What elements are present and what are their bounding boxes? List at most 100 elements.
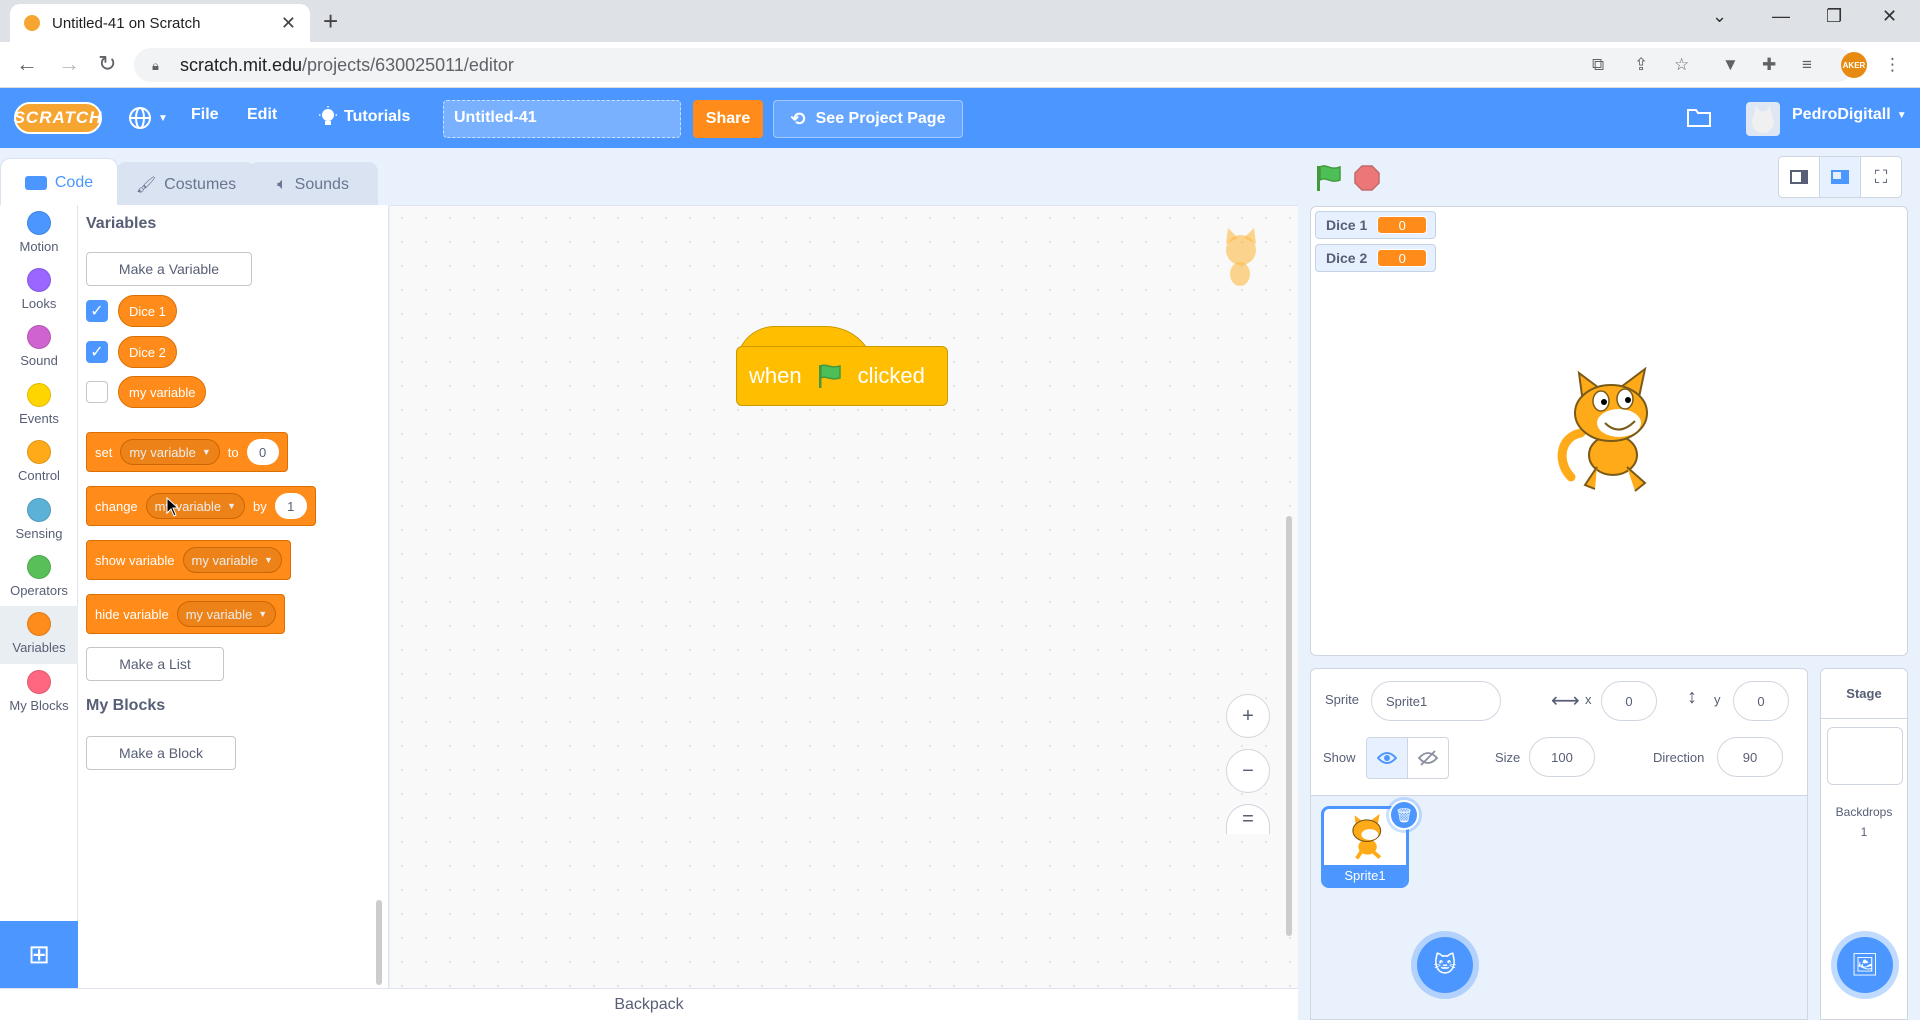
- y-position-input[interactable]: 0: [1733, 681, 1789, 721]
- media-control-icon[interactable]: ≡: [1802, 55, 1812, 75]
- make-variable-button[interactable]: Make a Variable: [86, 252, 252, 286]
- add-backdrop-icon: 🖼︎: [1851, 952, 1879, 977]
- stop-button[interactable]: [1354, 165, 1380, 191]
- variable-dropdown[interactable]: my variable ▼: [145, 493, 246, 519]
- workspace-scrollbar[interactable]: [1286, 516, 1292, 936]
- stage-thumbnail[interactable]: [1827, 727, 1903, 785]
- tutorials-button[interactable]: Tutorials: [318, 106, 410, 128]
- variable-reporter-my-variable[interactable]: my variable: [118, 376, 207, 408]
- show-variable-block[interactable]: show variable my variable ▼: [86, 540, 291, 580]
- profile-avatar[interactable]: AKER: [1841, 52, 1867, 78]
- normal-stage-button[interactable]: [1819, 156, 1861, 198]
- set-variable-block[interactable]: set my variable ▼ to 0: [86, 432, 288, 472]
- minimize-icon[interactable]: —: [1772, 6, 1790, 27]
- green-flag-button[interactable]: [1312, 163, 1342, 193]
- variable-reporter-dice2[interactable]: Dice 2: [118, 336, 177, 368]
- see-project-page-button[interactable]: ⟲ See Project Page: [773, 100, 963, 138]
- variable-monitor-dice2[interactable]: Dice 2 0: [1315, 244, 1437, 272]
- tab-costumes[interactable]: 🖌︎ Costumes: [116, 162, 256, 206]
- category-motion[interactable]: Motion: [0, 205, 78, 263]
- x-position-input[interactable]: 0: [1601, 681, 1657, 721]
- choose-backdrop-button[interactable]: 🖼︎: [1837, 937, 1893, 993]
- show-label: Show: [1323, 750, 1356, 765]
- account-menu[interactable]: PedroDigitall ▼: [1792, 106, 1907, 124]
- edit-menu[interactable]: Edit: [247, 106, 277, 124]
- category-sensing[interactable]: Sensing: [0, 492, 78, 550]
- category-events[interactable]: Events: [0, 377, 78, 435]
- value-input[interactable]: 0: [246, 439, 279, 465]
- file-menu[interactable]: File: [191, 106, 219, 124]
- tab-search-icon[interactable]: ⌄: [1712, 6, 1727, 27]
- my-stuff-folder-icon[interactable]: [1686, 106, 1712, 128]
- variable-dropdown[interactable]: my variable ▼: [182, 547, 282, 573]
- zoom-out-button[interactable]: −: [1226, 749, 1270, 793]
- share-page-icon[interactable]: ⇪: [1634, 55, 1648, 75]
- bookmark-star-icon[interactable]: ☆: [1674, 55, 1689, 75]
- choose-sprite-button[interactable]: 🐱︎: [1417, 937, 1473, 993]
- make-list-button[interactable]: Make a List: [86, 647, 224, 681]
- language-menu[interactable]: ▼: [128, 106, 168, 130]
- zoom-out-icon: −: [1242, 759, 1254, 782]
- forward-icon[interactable]: →: [58, 51, 80, 77]
- variable-reporter-dice1[interactable]: Dice 1: [118, 295, 177, 327]
- size-input[interactable]: 100: [1529, 737, 1595, 777]
- stage-target-pane[interactable]: Stage Backdrops 1 🖼︎: [1820, 668, 1908, 1020]
- fullscreen-button[interactable]: ⛶: [1860, 156, 1902, 198]
- user-avatar[interactable]: [1746, 102, 1780, 136]
- extension-icon[interactable]: ▼: [1722, 55, 1739, 75]
- project-title-input[interactable]: Untitled-41: [443, 100, 681, 138]
- variable-dropdown[interactable]: my variable ▼: [120, 439, 220, 465]
- backpack-bar[interactable]: Backpack: [0, 988, 1298, 1020]
- category-sound[interactable]: Sound: [0, 319, 78, 377]
- add-extension-button[interactable]: ⊞: [0, 921, 78, 988]
- chrome-menu-icon[interactable]: ⋮: [1884, 55, 1901, 75]
- scratch-logo[interactable]: SCRATCH: [14, 102, 102, 134]
- close-window-icon[interactable]: ✕: [1882, 6, 1897, 27]
- browser-tab[interactable]: Untitled-41 on Scratch ✕: [10, 4, 310, 42]
- restore-icon[interactable]: ❐: [1826, 6, 1842, 27]
- add-sprite-cat-icon: 🐱︎: [1433, 952, 1457, 977]
- direction-input[interactable]: 90: [1717, 737, 1783, 777]
- when-flag-clicked-block[interactable]: when clicked: [736, 326, 948, 406]
- stage-canvas[interactable]: Dice 1 0 Dice 2 0: [1310, 206, 1908, 656]
- variable-monitor-dice1[interactable]: Dice 1 0: [1315, 211, 1437, 239]
- zoom-reset-button[interactable]: =: [1226, 804, 1270, 834]
- scratch-cat-sprite-icon[interactable]: [1549, 367, 1669, 497]
- change-variable-block[interactable]: change my variable ▼ by 1: [86, 486, 316, 526]
- zoom-in-button[interactable]: +: [1226, 694, 1270, 738]
- variable-dropdown[interactable]: my variable ▼: [176, 601, 277, 627]
- back-icon[interactable]: ←: [16, 51, 38, 77]
- category-variables[interactable]: Variables: [0, 606, 78, 664]
- script-workspace[interactable]: when clicked + − =: [390, 205, 1298, 988]
- puzzle-extensions-icon[interactable]: ✚: [1762, 55, 1776, 75]
- new-tab-icon[interactable]: +: [323, 6, 338, 37]
- my-variable-monitor-checkbox[interactable]: [86, 381, 108, 403]
- category-dot-icon: [27, 555, 51, 579]
- sprite-label: Sprite: [1325, 692, 1359, 707]
- palette-scrollbar[interactable]: [376, 900, 382, 985]
- share-button[interactable]: Share: [693, 100, 763, 138]
- category-operators[interactable]: Operators: [0, 549, 78, 607]
- dice2-monitor-checkbox[interactable]: ✓: [86, 341, 108, 363]
- reload-icon[interactable]: ↻: [98, 51, 116, 77]
- hide-variable-block[interactable]: hide variable my variable ▼: [86, 594, 286, 634]
- delete-sprite-button[interactable]: 🗑︎: [1389, 800, 1419, 830]
- category-looks[interactable]: Looks: [0, 262, 78, 320]
- sprite-name-input[interactable]: Sprite1: [1371, 681, 1501, 721]
- hide-sprite-button[interactable]: [1407, 737, 1449, 779]
- tab-code[interactable]: Code: [0, 158, 118, 206]
- value-input[interactable]: 1: [274, 493, 307, 519]
- speaker-icon: 🔈︎: [277, 175, 287, 193]
- show-sprite-button[interactable]: [1366, 737, 1408, 779]
- tab-sounds[interactable]: 🔈︎ Sounds: [248, 162, 378, 206]
- small-stage-button[interactable]: [1778, 156, 1820, 198]
- category-control[interactable]: Control: [0, 434, 78, 492]
- category-my-blocks[interactable]: My Blocks: [0, 664, 78, 722]
- dice1-monitor-checkbox[interactable]: ✓: [86, 300, 108, 322]
- close-tab-icon[interactable]: ✕: [281, 13, 296, 34]
- make-block-button[interactable]: Make a Block: [86, 736, 236, 770]
- brush-icon: 🖌︎: [135, 176, 157, 194]
- size-label: Size: [1495, 750, 1521, 765]
- translate-icon[interactable]: ⧉: [1592, 55, 1604, 75]
- category-dot-icon: [27, 670, 51, 694]
